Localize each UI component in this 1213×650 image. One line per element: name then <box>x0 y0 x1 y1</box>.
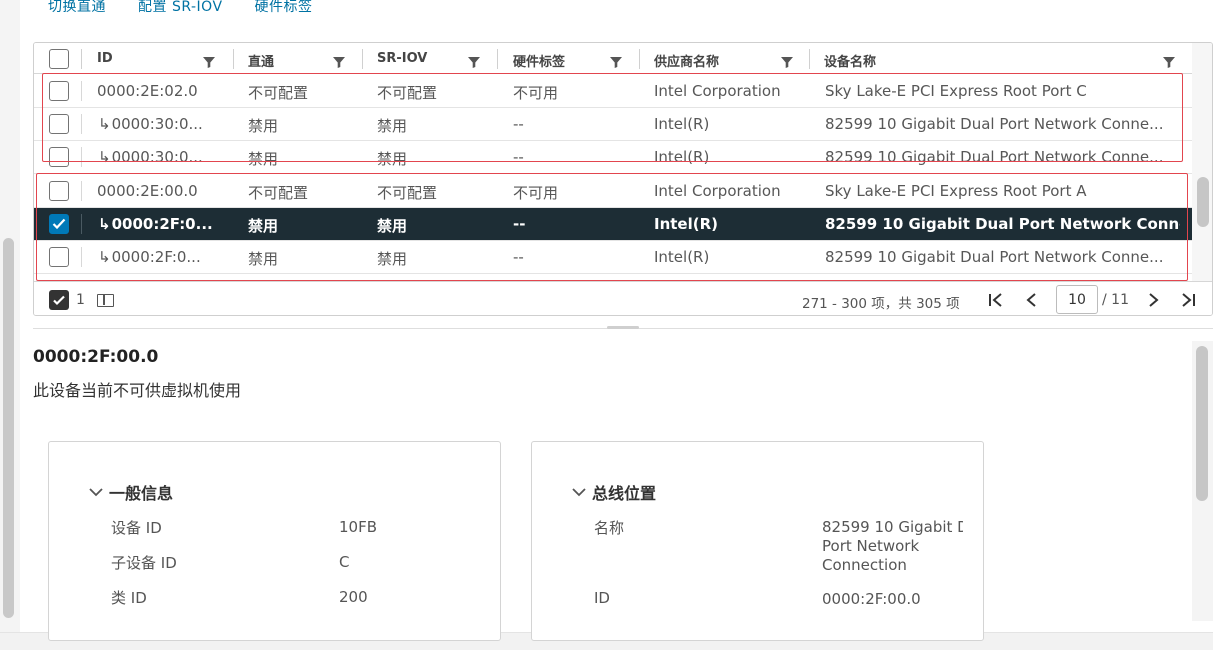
detail-subtitle: 此设备当前不可供虚拟机使用 <box>33 381 242 400</box>
filter-icon[interactable] <box>203 56 215 68</box>
column-header-hw-label[interactable]: 硬件标签 <box>500 43 565 74</box>
grid-footer: 1 271 - 300 项，共 305 项 / 11 <box>34 281 1212 315</box>
class-id-label: 类 ID <box>111 589 147 607</box>
action-bar: 切换直通 配置 SR-IOV 硬件标签 <box>48 0 313 16</box>
detail-title: 0000:2F:00.0 <box>33 347 159 367</box>
detail-scrollbar[interactable] <box>1192 341 1213 621</box>
bus-name-line: Port Network <box>822 537 920 555</box>
header-separator <box>81 49 82 69</box>
toggle-passthrough-link[interactable]: 切换直通 <box>48 0 106 16</box>
header-separator <box>497 49 498 69</box>
outer-scrollbar[interactable] <box>0 0 20 632</box>
hardware-label-link[interactable]: 硬件标签 <box>255 0 313 16</box>
splitter-handle[interactable] <box>607 326 639 329</box>
next-page-icon[interactable] <box>1144 291 1162 309</box>
class-id-value: 200 <box>339 588 368 606</box>
selection-checkbox-icon[interactable] <box>49 290 69 310</box>
select-all-checkbox[interactable] <box>49 49 69 69</box>
pagination-range: 271 - 300 项，共 305 项 <box>802 296 960 312</box>
bus-name-value: 82599 10 Gigabit Dual Port Network Conne… <box>822 518 963 575</box>
general-info-header[interactable]: 一般信息 <box>89 480 173 504</box>
column-header-vendor[interactable]: 供应商名称 <box>641 43 719 74</box>
bus-location-header[interactable]: 总线位置 <box>572 480 656 504</box>
chevron-down-icon[interactable] <box>572 487 586 497</box>
general-info-title: 一般信息 <box>109 484 174 503</box>
outer-scrollbar-thumb[interactable] <box>3 238 14 618</box>
header-separator <box>809 49 810 69</box>
filter-icon[interactable] <box>610 56 622 68</box>
page-number-input[interactable] <box>1056 285 1098 314</box>
filter-icon[interactable] <box>468 56 480 68</box>
configure-sriov-link[interactable]: 配置 SR-IOV <box>138 0 223 16</box>
filter-icon[interactable] <box>781 56 793 68</box>
header-separator <box>233 49 234 69</box>
selected-count: 1 <box>76 292 85 308</box>
chevron-down-icon[interactable] <box>89 487 103 497</box>
highlight-box-group-2 <box>36 173 1188 281</box>
filter-icon[interactable] <box>333 56 345 68</box>
bus-name-line: Connection <box>822 556 907 574</box>
filter-icon[interactable] <box>1163 56 1175 68</box>
grid-header: ID 直通 SR-IOV 硬件标签 供应商名称 设备名称 <box>34 43 1192 74</box>
column-toggle-icon[interactable] <box>97 294 114 307</box>
prev-page-icon[interactable] <box>1023 291 1041 309</box>
bus-location-card: 总线位置 名称 82599 10 Gigabit Dual Port Netwo… <box>531 441 984 641</box>
bus-name-line: 82599 10 Gigabit Dual <box>822 518 963 536</box>
last-page-icon[interactable] <box>1179 291 1197 309</box>
general-info-card: 一般信息 设备 ID 10FB 子设备 ID C 类 ID 200 <box>48 441 501 641</box>
page-total: / 11 <box>1102 292 1129 308</box>
header-separator <box>362 49 363 69</box>
subdevice-id-value: C <box>339 553 350 571</box>
device-id-label: 设备 ID <box>111 519 162 537</box>
grid-scrollbar-thumb[interactable] <box>1197 177 1209 227</box>
first-page-icon[interactable] <box>987 291 1005 309</box>
column-header-passthrough[interactable]: 直通 <box>235 43 274 74</box>
bus-id-value: 0000:2F:00.0 <box>822 590 921 608</box>
device-id-value: 10FB <box>339 518 378 536</box>
subdevice-id-label: 子设备 ID <box>111 554 177 572</box>
column-header-device[interactable]: 设备名称 <box>811 43 876 74</box>
column-header-id[interactable]: ID <box>84 43 113 74</box>
highlight-box-group-1 <box>42 73 1183 162</box>
bus-location-title: 总线位置 <box>592 484 657 503</box>
device-grid: ID 直通 SR-IOV 硬件标签 供应商名称 设备名称 0000:2E:02.… <box>33 42 1213 316</box>
header-separator <box>639 49 640 69</box>
column-header-sriov[interactable]: SR-IOV <box>364 43 427 74</box>
detail-scrollbar-thumb[interactable] <box>1196 346 1208 501</box>
bus-name-label: 名称 <box>594 519 625 537</box>
grid-scrollbar[interactable] <box>1192 43 1212 283</box>
bus-id-label: ID <box>594 589 610 607</box>
